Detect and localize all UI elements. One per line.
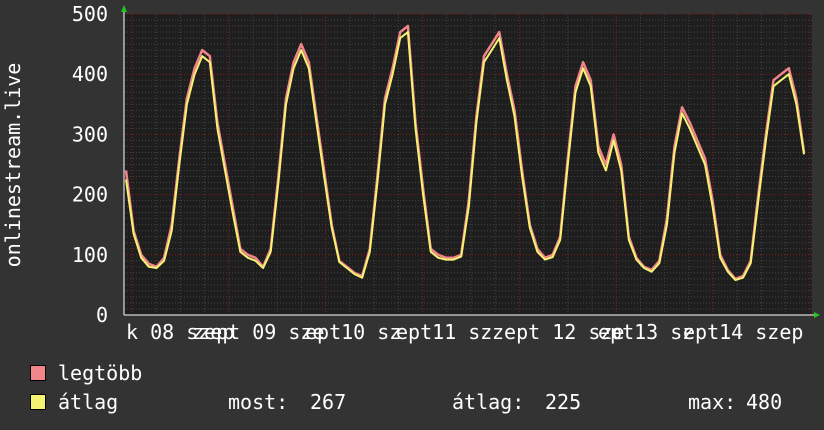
- stat-current-label: most:: [228, 390, 289, 414]
- chart-container: 0 100 200 300 400 500 onlinestream.live k 08 sz…: [0, 0, 824, 430]
- y-tick-label: 100: [72, 243, 108, 267]
- stat-average-label: átlag:: [452, 390, 525, 414]
- y-tick-label: 300: [72, 122, 108, 146]
- x-axis-arrow: [814, 312, 820, 318]
- stat-max-value: 480: [746, 390, 783, 414]
- stat-average-value: 225: [545, 390, 582, 414]
- y-axis-arrow: [121, 5, 127, 12]
- x-tick-label: ept14 szep: [683, 320, 803, 344]
- y-axis-title: onlinestream.live: [1, 63, 25, 268]
- legend-swatch-avg: [30, 394, 46, 410]
- legend-label-avg: átlag: [58, 390, 119, 414]
- y-tick-label: 500: [72, 2, 108, 26]
- stat-current-value: 267: [310, 390, 347, 414]
- legend-item-max: legtöbb: [30, 361, 142, 385]
- legend-item-avg: átlag: [30, 390, 118, 414]
- y-tick-label: 400: [72, 62, 108, 86]
- x-tick-label: ept10 sz: [305, 320, 401, 344]
- x-tick-label: ept13 sz: [598, 320, 694, 344]
- y-tick-label: 200: [72, 183, 108, 207]
- legend-swatch-max: [30, 365, 46, 381]
- y-tick-label: 0: [96, 303, 108, 327]
- legend-label-max: legtöbb: [58, 361, 143, 385]
- x-tick-label: ept11 sz: [396, 320, 492, 344]
- stat-max-label: max:: [688, 390, 737, 414]
- plot-area: [124, 14, 812, 315]
